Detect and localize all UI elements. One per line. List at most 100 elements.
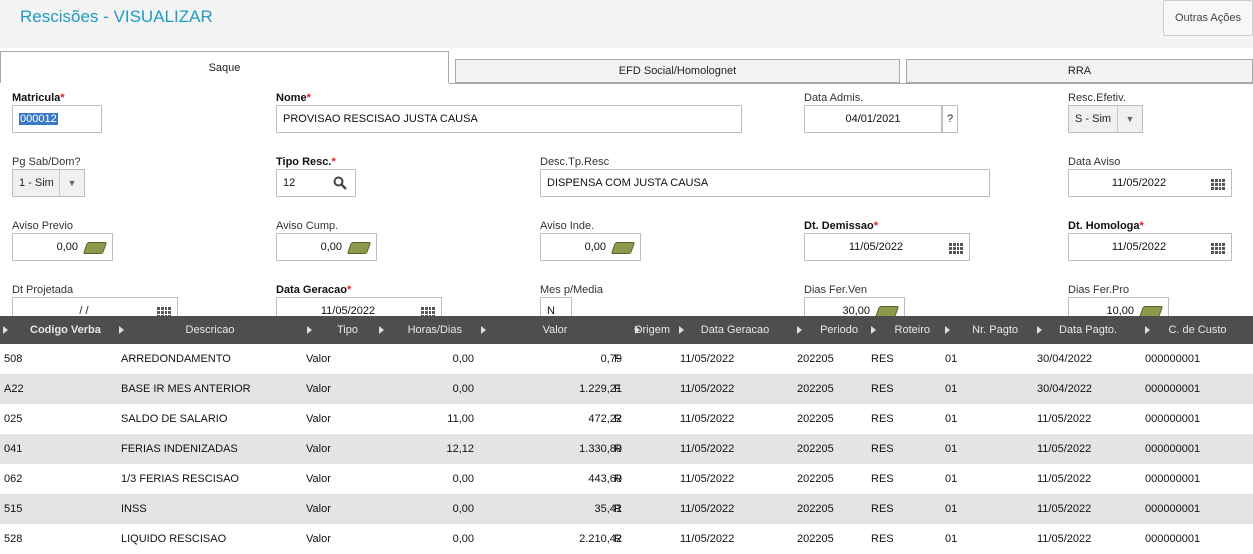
desc-tp-resc-label: Desc.Tp.Resc [540, 156, 610, 168]
dt-projetada-label: Dt Projetada [12, 284, 74, 296]
money-icon[interactable] [346, 234, 372, 260]
table-cell: Valor [306, 503, 331, 515]
table-cell: 062 [4, 473, 23, 485]
data-aviso-value: 11/05/2022 [1111, 177, 1167, 189]
table-cell: 11/05/2022 [1037, 503, 1092, 515]
col-descricao[interactable]: Descricao [116, 316, 304, 344]
aviso-inde-field[interactable]: 0,00 [540, 233, 641, 261]
table-cell: 0,00 [452, 383, 474, 395]
nome-label: Nome* [276, 92, 311, 104]
table-cell: F [614, 383, 621, 395]
table-cell: Valor [306, 533, 331, 545]
table-cell: 11/05/2022 [680, 503, 735, 515]
table-cell: Valor [306, 383, 331, 395]
page-title: Rescisões - VISUALIZAR [20, 7, 213, 26]
resc-efetiv-select[interactable]: S - Sim ▼ [1068, 105, 1143, 133]
data-aviso-field[interactable]: 11/05/2022 [1068, 169, 1232, 197]
calendar-icon[interactable] [1207, 170, 1229, 196]
table-cell: 01 [945, 383, 958, 395]
matricula-field[interactable]: 000012 [12, 105, 102, 133]
sort-icon [871, 326, 876, 334]
table-cell: RES [871, 413, 894, 425]
table-cell: R [614, 533, 622, 545]
table-cell: 202205 [797, 383, 834, 395]
resc-efetiv-label: Resc.Efetiv. [1068, 92, 1126, 104]
col-nr-pagto[interactable]: Nr. Pagto [942, 316, 1034, 344]
table-cell: 1.330,80 [579, 443, 622, 455]
table-cell: R [614, 443, 622, 455]
table-cell: RES [871, 383, 894, 395]
aviso-cump-field[interactable]: 0,00 [276, 233, 377, 261]
data-admis-field[interactable]: 04/01/2021 [804, 105, 942, 133]
dt-demissao-field[interactable]: 11/05/2022 [804, 233, 970, 261]
table-cell: 0,00 [452, 503, 474, 515]
aviso-inde-label: Aviso Inde. [540, 220, 595, 232]
outras-acoes-button[interactable]: Outras Ações [1163, 0, 1253, 36]
pg-sab-dom-select[interactable]: 1 - Sim ▼ [12, 169, 85, 197]
table-cell: Valor [306, 413, 331, 425]
table-cell: 0,00 [452, 473, 474, 485]
col-origem[interactable]: Origem [632, 316, 676, 344]
col-periodo[interactable]: Periodo [794, 316, 868, 344]
data-geracao-label: Data Geracao* [276, 284, 352, 296]
sort-icon [797, 326, 802, 334]
table-cell: 11/05/2022 [1037, 533, 1092, 545]
table-cell: 000000001 [1145, 413, 1201, 425]
tipo-resc-field[interactable]: 12 [276, 169, 356, 197]
table-cell: R [614, 473, 622, 485]
table-cell: INSS [121, 503, 147, 515]
tab-efd-social[interactable]: EFD Social/Homolognet [455, 59, 900, 83]
table-row[interactable]: 041 FERIAS INDENIZADAS Valor 12,12 1.330,80 R… [0, 434, 1253, 464]
sort-icon [3, 326, 8, 334]
col-horas-dias[interactable]: Horas/Dias [376, 316, 478, 344]
money-icon[interactable] [610, 234, 636, 260]
tab-saque[interactable]: Saque [0, 51, 449, 83]
sort-icon [1145, 326, 1150, 334]
page-header: Rescisões - VISUALIZAR Outras Ações [0, 0, 1253, 48]
col-valor[interactable]: Valor [478, 316, 632, 344]
col-tipo[interactable]: Tipo [304, 316, 376, 344]
dt-demissao-value: 11/05/2022 [848, 241, 904, 253]
data-admis-help-button[interactable]: ? [942, 105, 958, 133]
table-cell: 0,00 [452, 353, 474, 365]
table-cell: 11/05/2022 [1037, 413, 1092, 425]
aviso-inde-value: 0,00 [584, 241, 606, 253]
sort-icon [679, 326, 684, 334]
chevron-down-icon[interactable]: ▼ [59, 170, 84, 196]
col-roteiro[interactable]: Roteiro [868, 316, 942, 344]
tab-rra[interactable]: RRA [906, 59, 1253, 83]
table-cell: 11/05/2022 [680, 413, 735, 425]
table-row[interactable]: 528 LIQUIDO RESCISAO Valor 0,00 2.210,42 R 11/… [0, 524, 1253, 554]
table-cell: 202205 [797, 443, 834, 455]
col-data-geracao[interactable]: Data Geracao [676, 316, 794, 344]
table-row[interactable]: 062 1/3 FERIAS RESCISAO Valor 0,00 443,60 R 11… [0, 464, 1253, 494]
mes-p-media-label: Mes p/Media [540, 284, 603, 296]
table-cell: 000000001 [1145, 473, 1201, 485]
table-row[interactable]: 025 SALDO DE SALARIO Valor 11,00 472,22 R 11/0… [0, 404, 1253, 434]
dt-homologa-field[interactable]: 11/05/2022 [1068, 233, 1232, 261]
table-cell: RES [871, 443, 894, 455]
calendar-icon[interactable] [1207, 234, 1229, 260]
table-cell: Valor [306, 443, 331, 455]
table-cell: 000000001 [1145, 443, 1201, 455]
col-codigo-verba[interactable]: Codigo Verba [0, 316, 116, 344]
table-cell: 11/05/2022 [680, 473, 735, 485]
desc-tp-resc-field[interactable]: DISPENSA COM JUSTA CAUSA [540, 169, 990, 197]
table-cell: ARREDONDAMENTO [121, 353, 231, 365]
search-icon[interactable] [333, 176, 347, 193]
table-row[interactable]: A22 BASE IR MES ANTERIOR Valor 0,00 1.229,21… [0, 374, 1253, 404]
col-c-de-custo[interactable]: C. de Custo [1142, 316, 1253, 344]
table-row[interactable]: 508 ARREDONDAMENTO Valor 0,00 0,79 F 11/05/202… [0, 344, 1253, 374]
nome-field[interactable]: PROVISAO RESCISAO JUSTA CAUSA [276, 105, 742, 133]
table-cell: 12,12 [446, 443, 474, 455]
calendar-icon[interactable] [945, 234, 967, 260]
chevron-down-icon[interactable]: ▼ [1117, 106, 1142, 132]
table-row[interactable]: 515 INSS Valor 0,00 35,41 R 11/05/2022 202205 RE… [0, 494, 1253, 524]
dt-homologa-value: 11/05/2022 [1111, 241, 1167, 253]
aviso-previo-label: Aviso Previo [12, 220, 73, 232]
col-data-pagto[interactable]: Data Pagto. [1034, 316, 1142, 344]
aviso-previo-value: 0,00 [56, 241, 78, 253]
table-cell: 01 [945, 413, 958, 425]
money-icon[interactable] [82, 234, 108, 260]
aviso-previo-field[interactable]: 0,00 [12, 233, 113, 261]
